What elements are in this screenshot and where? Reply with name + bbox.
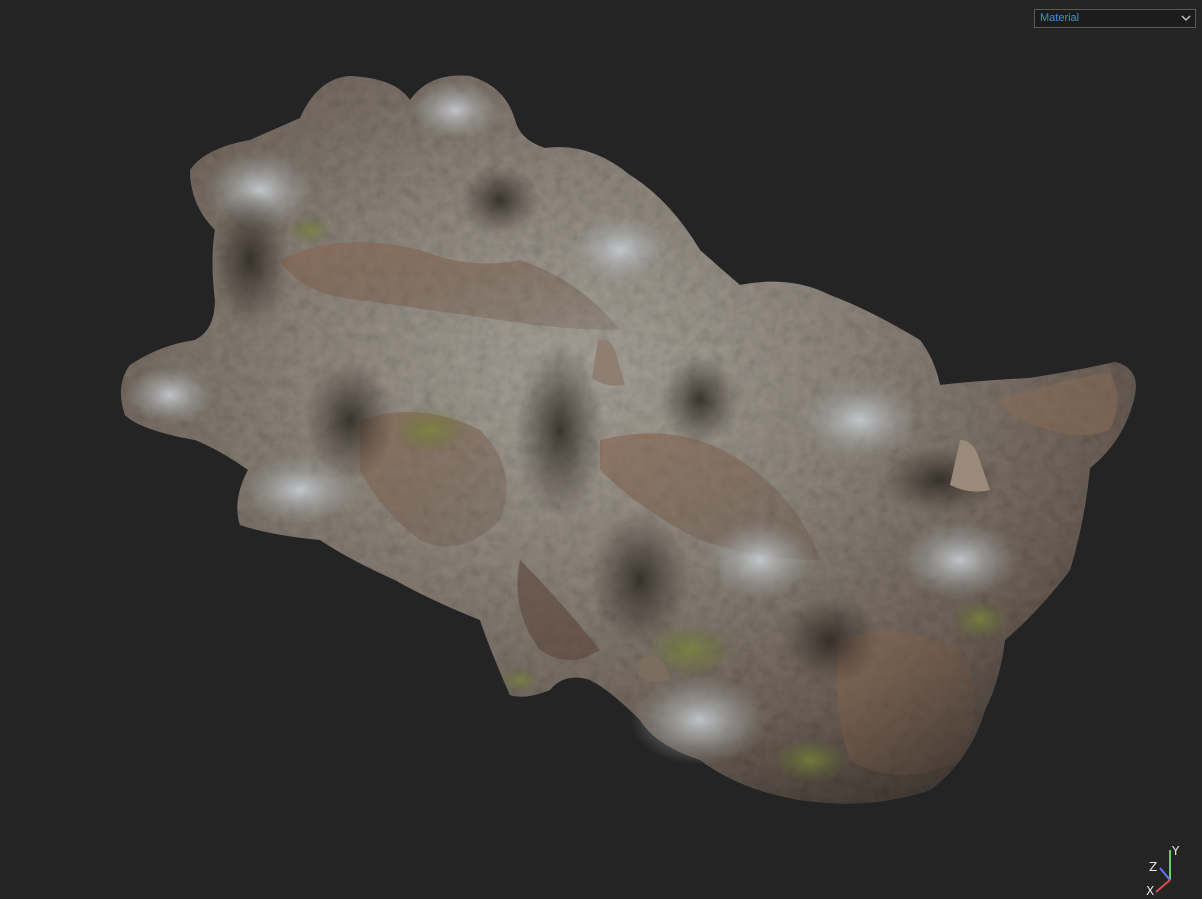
z-axis-line: [1159, 867, 1171, 881]
y-axis-label: Y: [1171, 844, 1180, 858]
rock-3d-model[interactable]: [0, 0, 1202, 899]
x-axis-line: [1155, 879, 1171, 893]
shading-mode-label: Material: [1040, 12, 1080, 24]
axis-gizmo: Y Z X: [1146, 844, 1180, 895]
x-axis-label: X: [1146, 884, 1154, 895]
z-axis-label: Z: [1149, 860, 1157, 874]
chevron-down-icon: [1181, 15, 1191, 21]
shading-mode-select[interactable]: Material: [1034, 9, 1196, 28]
3d-viewport[interactable]: Material Y Z X: [0, 0, 1202, 899]
